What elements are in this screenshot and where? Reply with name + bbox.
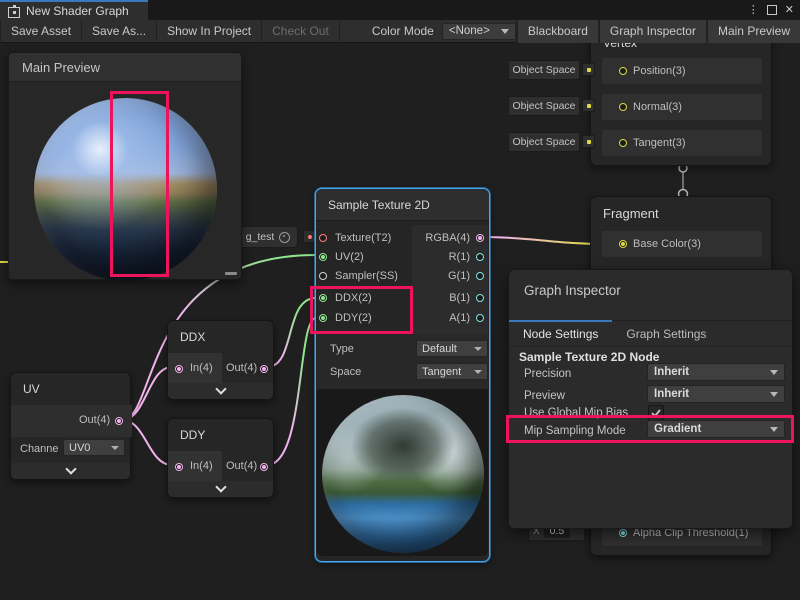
object-space-dot bbox=[582, 99, 595, 112]
texture-input-port[interactable] bbox=[319, 234, 327, 242]
ddy-in-port[interactable] bbox=[175, 463, 183, 471]
uv-out-row: Out(4) bbox=[11, 405, 132, 437]
highlight-rect-mip-mode bbox=[506, 415, 794, 443]
main-preview-toggle-button[interactable]: Main Preview bbox=[706, 20, 800, 43]
ddx-ports-row: In(4) Out(4) bbox=[168, 353, 275, 385]
chevron-down-icon bbox=[770, 392, 778, 397]
vertex-position-row: Position(3) bbox=[602, 58, 762, 84]
fragment-node-title: Fragment bbox=[591, 197, 771, 228]
show-in-project-button[interactable]: Show In Project bbox=[157, 20, 262, 43]
property-node-g-test[interactable]: g_test bbox=[238, 226, 298, 248]
uv-input-port[interactable] bbox=[319, 253, 327, 261]
resize-grip[interactable] bbox=[225, 272, 237, 275]
toolbar: Save Asset Save As... Show In Project Ch… bbox=[0, 20, 800, 43]
uv-out-port[interactable] bbox=[115, 417, 123, 425]
r-output-port[interactable] bbox=[476, 253, 484, 261]
graph-inspector-toggle-button[interactable]: Graph Inspector bbox=[598, 20, 706, 43]
object-space-chip[interactable]: Object Space bbox=[508, 132, 580, 152]
main-preview-title: Main Preview bbox=[9, 53, 241, 82]
sample-texture-2d-node[interactable]: Sample Texture 2D Texture(T2) UV(2) Samp… bbox=[315, 188, 490, 562]
highlight-rect-preview bbox=[110, 91, 169, 277]
tab-node-settings[interactable]: Node Settings bbox=[509, 321, 612, 346]
g-output-port[interactable] bbox=[476, 272, 484, 280]
ddy-node-title: DDY bbox=[168, 419, 273, 449]
color-mode-dropdown[interactable]: <None> bbox=[442, 23, 516, 40]
chevron-down-icon bbox=[111, 446, 119, 450]
base-color-port[interactable] bbox=[619, 240, 627, 248]
ddy-collapse-button[interactable] bbox=[168, 481, 273, 497]
sample-node-title: Sample Texture 2D bbox=[316, 189, 489, 219]
vertex-node[interactable]: Vertex Position(3) Normal(3) Tangent(3) bbox=[590, 26, 772, 166]
ddx-collapse-button[interactable] bbox=[168, 383, 273, 399]
inspector-title: Graph Inspector bbox=[509, 270, 792, 298]
chevron-down-icon bbox=[66, 465, 75, 474]
save-as-button[interactable]: Save As... bbox=[82, 20, 157, 43]
base-color-row: Base Color(3) bbox=[602, 231, 762, 257]
type-dropdown[interactable]: Default bbox=[416, 340, 488, 357]
sampler-input-port[interactable] bbox=[319, 272, 327, 280]
space-dropdown[interactable]: Tangent bbox=[416, 363, 488, 380]
ddx-node[interactable]: DDX In(4) Out(4) bbox=[167, 320, 274, 400]
ddx-in-port[interactable] bbox=[175, 365, 183, 373]
sample-node-controls: Type Default Space Tangent bbox=[316, 335, 489, 389]
object-space-dot bbox=[582, 135, 595, 148]
blackboard-toggle-button[interactable]: Blackboard bbox=[516, 20, 598, 43]
exposed-property-icon bbox=[279, 232, 290, 243]
sample-node-preview bbox=[317, 389, 488, 556]
b-output-port[interactable] bbox=[476, 294, 484, 302]
rgba-output-port[interactable] bbox=[476, 234, 484, 242]
texture-preview-sphere bbox=[322, 395, 484, 553]
save-asset-button[interactable]: Save Asset bbox=[0, 20, 82, 43]
menu-icon[interactable]: ⋮ bbox=[748, 5, 759, 16]
vertex-normal-row: Normal(3) bbox=[602, 94, 762, 120]
position-port[interactable] bbox=[619, 67, 627, 75]
alpha-clip-port[interactable] bbox=[619, 529, 627, 537]
chevron-down-icon bbox=[770, 370, 778, 375]
a-output-port[interactable] bbox=[476, 314, 484, 322]
highlight-rect-ddx-ddy bbox=[310, 286, 413, 334]
shader-graph-icon bbox=[8, 5, 20, 17]
maximize-icon[interactable] bbox=[767, 5, 777, 15]
graph-inspector-panel[interactable]: Graph Inspector Node Settings Graph Sett… bbox=[508, 269, 793, 529]
precision-dropdown[interactable]: Inherit bbox=[647, 363, 785, 381]
chevron-down-icon bbox=[216, 385, 225, 394]
shader-graph-window: Vertex Position(3) Normal(3) Tangent(3) … bbox=[0, 0, 800, 600]
tab-title: New Shader Graph bbox=[26, 4, 129, 18]
object-space-chip[interactable]: Object Space bbox=[508, 96, 580, 116]
close-icon[interactable]: ✕ bbox=[785, 5, 794, 16]
normal-port[interactable] bbox=[619, 103, 627, 111]
vertex-tangent-row: Tangent(3) bbox=[602, 130, 762, 156]
tab-graph-settings[interactable]: Graph Settings bbox=[612, 321, 720, 346]
uv-node-title: UV bbox=[11, 373, 130, 403]
uv-channel-dropdown[interactable]: UV0 bbox=[63, 439, 125, 456]
object-space-dot bbox=[582, 63, 595, 76]
uv-node[interactable]: UV Out(4) Channe UV0 bbox=[10, 372, 131, 480]
chevron-down-icon bbox=[474, 347, 482, 351]
ddy-out-port[interactable] bbox=[260, 463, 268, 471]
document-tab[interactable]: New Shader Graph bbox=[0, 0, 148, 20]
preview-dropdown[interactable]: Inherit bbox=[647, 385, 785, 403]
chevron-down-icon bbox=[216, 483, 225, 492]
chevron-down-icon bbox=[501, 29, 509, 34]
ddx-node-title: DDX bbox=[168, 321, 273, 351]
ddy-node[interactable]: DDY In(4) Out(4) bbox=[167, 418, 274, 498]
object-space-chip[interactable]: Object Space bbox=[508, 60, 580, 80]
title-bar: New Shader Graph ⋮ ✕ bbox=[0, 0, 800, 20]
tangent-port[interactable] bbox=[619, 139, 627, 147]
ddy-ports-row: In(4) Out(4) bbox=[168, 451, 275, 483]
inspector-section-title: Sample Texture 2D Node bbox=[519, 350, 659, 364]
chevron-down-icon bbox=[474, 370, 482, 374]
ddx-out-port[interactable] bbox=[260, 365, 268, 373]
color-mode-label: Color Mode bbox=[372, 24, 434, 38]
window-controls: ⋮ ✕ bbox=[748, 0, 800, 20]
inspector-tabs: Node Settings Graph Settings bbox=[509, 320, 792, 347]
check-out-button: Check Out bbox=[262, 20, 340, 43]
uv-collapse-button[interactable] bbox=[11, 463, 130, 479]
